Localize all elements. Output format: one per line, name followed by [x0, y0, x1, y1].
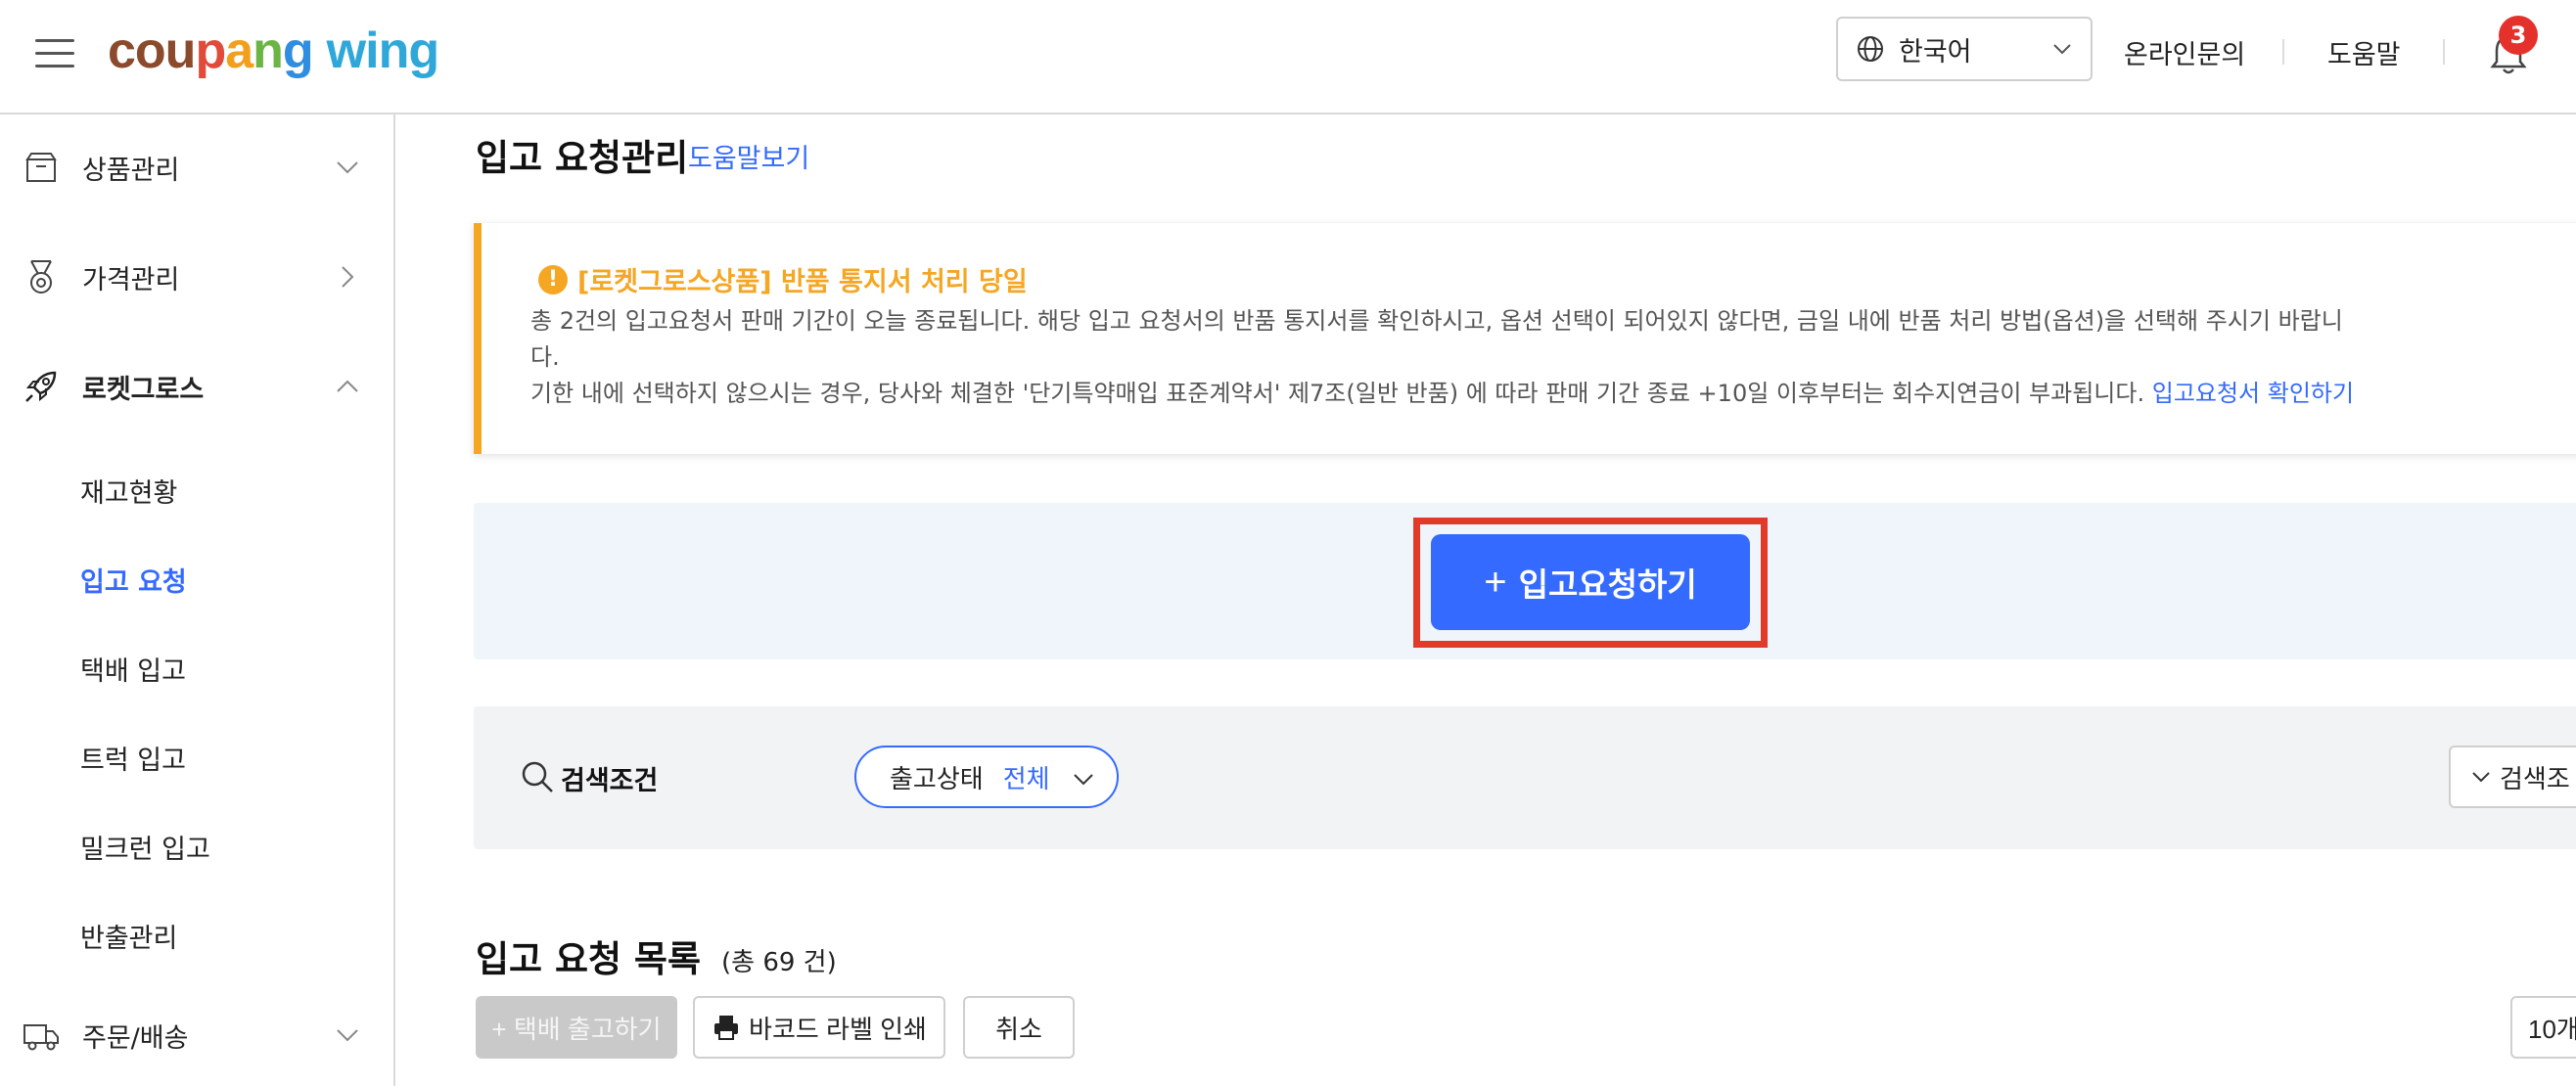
header-divider: [2282, 39, 2284, 65]
chevron-down-icon: [337, 161, 358, 174]
sidebar-subitem-return-management[interactable]: 반출관리: [80, 917, 177, 955]
cta-label: 입고요청하기: [1518, 566, 1697, 603]
box-icon: [25, 153, 57, 182]
sidebar-subitem-truck-inbound[interactable]: 트럭 입고: [80, 739, 186, 777]
list-count: (총 69 건): [721, 948, 837, 977]
check-request-link[interactable]: 입고요청서 확인하기: [2152, 380, 2354, 407]
plus-icon: +: [1484, 560, 1507, 604]
notice-title-text: [로켓그로스상품] 반품 통지서 처리 당일: [577, 267, 1028, 297]
search-conditions-label: 검색조건: [561, 766, 659, 796]
header-divider: [2443, 39, 2445, 65]
chevron-down-icon: [1074, 774, 1093, 786]
medal-icon: [30, 260, 52, 294]
notice-line-1: 총 2건의 입고요청서 판매 기간이 오늘 종료됩니다. 해당 입고 요청서의 …: [530, 307, 2343, 335]
chevron-down-icon: [2053, 44, 2071, 55]
shipping-status-filter[interactable]: 출고상태 전체: [854, 746, 1119, 808]
parcel-ship-button[interactable]: + 택배 출고하기: [476, 996, 677, 1059]
filter-value: 전체: [1002, 764, 1050, 794]
sidebar-subitem-inventory[interactable]: 재고현황: [80, 472, 177, 510]
chevron-right-icon: [342, 266, 354, 288]
chevron-up-icon: [337, 380, 358, 392]
sidebar-item-price-management[interactable]: 가격관리: [0, 238, 393, 316]
hamburger-menu-icon[interactable]: [35, 39, 74, 68]
page-title: 입고 요청관리: [476, 137, 689, 179]
sidebar-subitem-milkrun-inbound[interactable]: 밀크런 입고: [80, 828, 210, 866]
language-label: 한국어: [1899, 36, 1972, 68]
search-conditions-toggle-label: 검색조: [2500, 764, 2570, 794]
sidebar-item-order-shipping[interactable]: 주문/배송: [0, 996, 393, 1074]
top-header: coupang wing 한국어 온라인문의 도움말 3: [0, 0, 2576, 114]
help-view-link[interactable]: 도움말보기: [688, 137, 809, 175]
search-icon: [522, 761, 553, 792]
print-barcode-label-button[interactable]: 바코드 라벨 인쇄: [693, 996, 945, 1059]
notice-line-3: 기한 내에 선택하지 않으시는 경우, 당사와 체결한 '단기특약매입 표준계약…: [530, 374, 2354, 408]
warning-icon: !: [538, 264, 568, 294]
sidebar-item-label: 가격관리: [82, 264, 180, 295]
search-panel: [474, 706, 2576, 849]
rocket-icon: [25, 371, 57, 402]
print-barcode-label: 바코드 라벨 인쇄: [749, 1014, 927, 1044]
list-title: 입고 요청 목록: [476, 938, 702, 980]
filter-key: 출고상태: [890, 764, 984, 794]
sidebar-item-label: 주문/배송: [82, 1022, 189, 1054]
language-select[interactable]: 한국어: [1836, 17, 2093, 81]
sidebar-subitem-inbound-request[interactable]: 입고 요청: [80, 561, 187, 599]
sidebar-subitem-parcel-inbound[interactable]: 택배 입고: [80, 650, 186, 688]
sidebar-item-label: 로켓그로스: [82, 374, 205, 405]
search-conditions-toggle[interactable]: 검색조: [2449, 746, 2576, 808]
chevron-down-icon: [337, 1029, 358, 1042]
sidebar-item-label: 상품관리: [82, 155, 180, 186]
printer-icon: [714, 1016, 739, 1040]
chevron-down-icon: [2472, 772, 2490, 783]
sidebar-item-rocket-growth[interactable]: 로켓그로스: [0, 347, 393, 426]
truck-icon: [23, 1024, 59, 1051]
create-inbound-request-button[interactable]: + 입고요청하기: [1431, 534, 1750, 630]
notice-line-3-text: 기한 내에 선택하지 않으시는 경우, 당사와 체결한 '단기특약매입 표준계약…: [530, 380, 2145, 407]
notification-badge: 3: [2499, 16, 2538, 55]
sidebar-item-product-management[interactable]: 상품관리: [0, 128, 393, 206]
coupang-wing-logo[interactable]: coupang wing: [108, 22, 439, 80]
help-link-header[interactable]: 도움말: [2327, 33, 2401, 71]
cancel-button[interactable]: 취소: [963, 996, 1075, 1059]
online-inquiry-link[interactable]: 온라인문의: [2124, 33, 2245, 71]
notice-panel: ! [로켓그로스상품] 반품 통지서 처리 당일 총 2건의 입고요청서 판매 …: [474, 223, 2576, 454]
globe-icon: [1858, 36, 1883, 62]
per-page-select[interactable]: 10개: [2510, 996, 2576, 1059]
notice-title: ! [로켓그로스상품] 반품 통지서 처리 당일: [538, 260, 1028, 298]
notice-line-2: 다.: [530, 343, 560, 371]
